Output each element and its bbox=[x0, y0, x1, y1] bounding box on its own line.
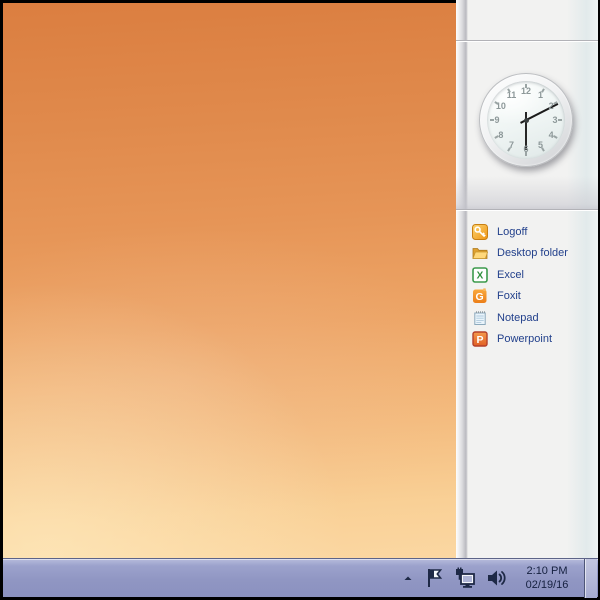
clock-center-dot bbox=[524, 118, 529, 123]
svg-text:G: G bbox=[476, 291, 484, 303]
action-center-flag-icon[interactable] bbox=[424, 567, 444, 589]
clock-tick bbox=[490, 119, 494, 121]
show-desktop-button[interactable] bbox=[584, 559, 597, 598]
shortcut-item[interactable]: P Powerpoint bbox=[472, 329, 592, 351]
foxit-icon: G bbox=[472, 288, 488, 304]
shortcut-item[interactable]: Logoff bbox=[472, 221, 592, 243]
shortcut-item[interactable]: Notepad bbox=[472, 307, 592, 329]
desktop-wallpaper bbox=[3, 3, 456, 558]
svg-text:P: P bbox=[476, 334, 483, 346]
shortcut-label: Excel bbox=[497, 268, 524, 282]
tray-time: 2:10 PM bbox=[514, 564, 580, 578]
shortcut-label: Notepad bbox=[497, 311, 539, 325]
excel-icon: X bbox=[472, 267, 488, 283]
svg-text:X: X bbox=[477, 270, 484, 281]
clock-tick bbox=[558, 119, 562, 121]
shortcut-label: Powerpoint bbox=[497, 332, 552, 346]
taskbar[interactable]: 2:10 PM 02/19/16 bbox=[3, 558, 598, 597]
shortcut-list: Logoff Desktop folder X Excel G Foxit No… bbox=[472, 221, 592, 350]
clock-tick bbox=[525, 84, 527, 88]
shortcut-item[interactable]: X Excel bbox=[472, 264, 592, 286]
network-icon[interactable] bbox=[453, 567, 477, 589]
tray-date: 02/19/16 bbox=[514, 578, 580, 592]
sidebar-divider bbox=[456, 209, 598, 211]
system-tray: 2:10 PM 02/19/16 bbox=[402, 559, 597, 597]
sidebar-panel: 121234567891011 Logoff Desktop folder X … bbox=[456, 0, 598, 558]
shortcut-label: Foxit bbox=[497, 289, 521, 303]
show-hidden-icons-icon[interactable] bbox=[402, 572, 414, 584]
desktop-folder-icon bbox=[472, 245, 488, 261]
clock-section-shadow bbox=[456, 176, 598, 209]
shortcut-item[interactable]: Desktop folder bbox=[472, 243, 592, 265]
shortcut-item[interactable]: G Foxit bbox=[472, 286, 592, 308]
tray-clock[interactable]: 2:10 PM 02/19/16 bbox=[514, 564, 580, 592]
shortcut-label: Logoff bbox=[497, 225, 527, 239]
shortcut-label: Desktop folder bbox=[497, 246, 568, 260]
clock-number: 5 bbox=[534, 139, 548, 151]
logoff-key-icon bbox=[472, 224, 488, 240]
clock-number: 11 bbox=[505, 89, 519, 101]
powerpoint-icon: P bbox=[472, 331, 488, 347]
sidebar-divider bbox=[456, 40, 598, 42]
clock-number: 8 bbox=[494, 129, 508, 141]
volume-icon[interactable] bbox=[486, 567, 508, 589]
clock-face: 121234567891011 bbox=[487, 81, 565, 159]
analog-clock-gadget[interactable]: 121234567891011 bbox=[479, 73, 573, 167]
clock-tick bbox=[525, 152, 527, 156]
notepad-icon bbox=[472, 310, 488, 326]
